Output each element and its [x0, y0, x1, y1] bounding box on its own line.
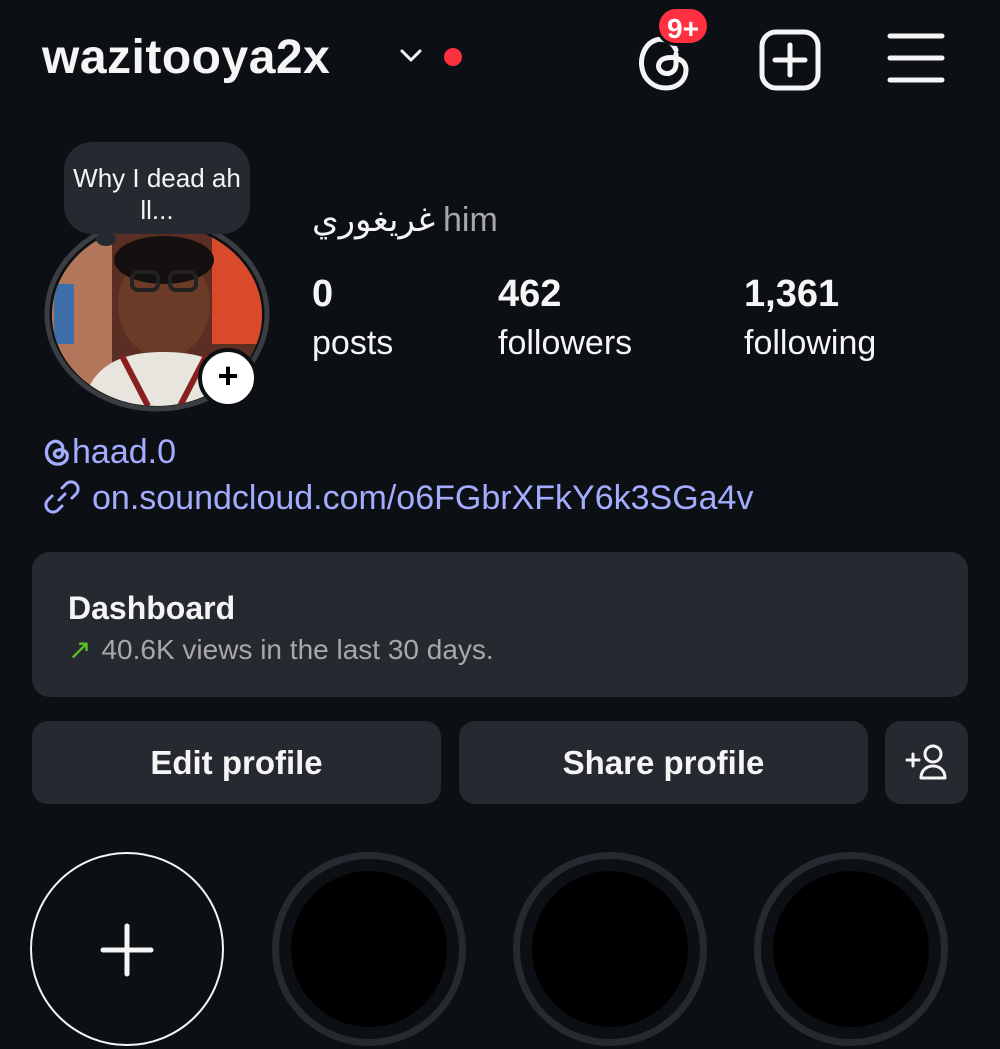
discover-people-icon — [905, 744, 946, 780]
link-icon — [44, 480, 80, 514]
stat-label: following — [744, 324, 877, 362]
full-name-row: غريغوري him — [312, 196, 498, 244]
threads-icon — [44, 439, 69, 466]
dashboard-title: Dashboard — [68, 590, 236, 626]
highlight-cover — [532, 871, 688, 1027]
highlight-cover — [773, 871, 929, 1027]
highlight-cover — [291, 871, 447, 1027]
story-highlight[interactable] — [272, 852, 466, 1046]
stat-following[interactable]: 1,361 following — [744, 270, 876, 368]
dashboard-subtitle-row: ↗ 40.6K views in the last 30 days. — [68, 630, 932, 670]
bio-link-text: on.soundcloud.com/o6FGbrXFkY6k3SGa4v — [92, 479, 754, 517]
new-post-icon[interactable] — [758, 28, 822, 92]
stat-label: followers — [498, 324, 633, 362]
story-highlight[interactable] — [754, 852, 948, 1046]
new-highlight-button[interactable] — [30, 852, 224, 1046]
pronouns: him — [443, 201, 498, 239]
add-icon — [100, 923, 154, 977]
stat-value: 1,361 — [744, 273, 840, 315]
bio-link[interactable]: on.soundcloud.com/o6FGbrXFkY6k3SGa4v — [42, 476, 753, 520]
notification-badge: 9+ — [656, 6, 710, 46]
edit-profile-button[interactable]: Edit profile — [32, 721, 441, 804]
stat-value: 462 — [498, 273, 562, 315]
profile-note[interactable]: Why I dead ah ll... — [64, 142, 250, 234]
unread-dot — [444, 48, 462, 66]
chevron-down-icon[interactable] — [396, 40, 426, 70]
add-story-icon[interactable]: + — [198, 348, 258, 408]
threads-handle: haad.0 — [72, 433, 176, 471]
full-name: غريغوري — [312, 200, 436, 240]
threads-handle-link[interactable]: haad.0 — [42, 430, 176, 474]
discover-people-button[interactable] — [885, 721, 968, 804]
stat-posts[interactable]: 0 posts — [312, 270, 393, 368]
stat-followers[interactable]: 462 followers — [498, 270, 632, 368]
story-highlight[interactable] — [513, 852, 707, 1046]
trend-up-icon: ↗ — [68, 634, 92, 665]
menu-icon[interactable] — [884, 30, 948, 86]
professional-dashboard[interactable]: Dashboard ↗ 40.6K views in the last 30 da… — [32, 552, 968, 697]
stat-label: posts — [312, 324, 394, 362]
note-tail — [96, 232, 116, 246]
stat-value: 0 — [312, 273, 334, 315]
username-title[interactable]: wazitooya2x — [42, 28, 330, 88]
share-profile-button[interactable]: Share profile — [459, 721, 868, 804]
dashboard-subtitle: 40.6K views in the last 30 days. — [101, 634, 494, 665]
